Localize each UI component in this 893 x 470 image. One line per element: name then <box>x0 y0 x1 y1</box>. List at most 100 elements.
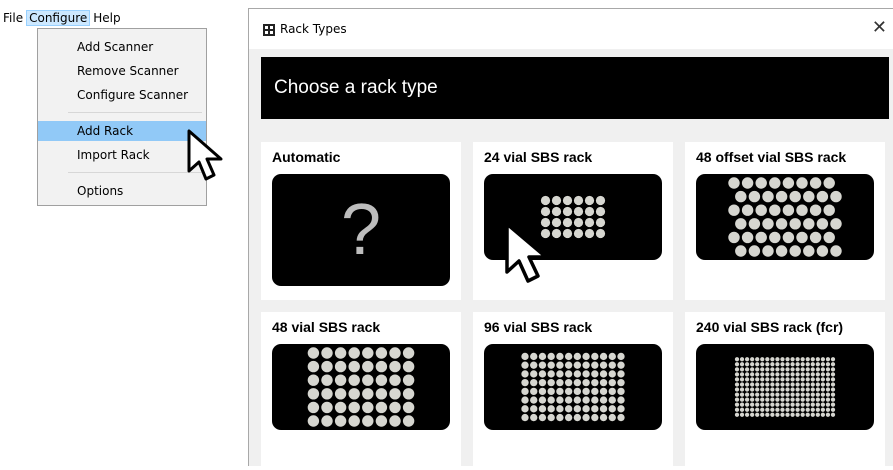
vial-dot <box>805 392 810 397</box>
vial-dot <box>816 218 829 230</box>
vial-dot <box>755 372 760 377</box>
vial-dot <box>770 402 775 407</box>
vial-dot <box>789 245 801 257</box>
vial-dot <box>820 407 826 412</box>
vial-dot <box>760 392 765 397</box>
vial-dot <box>795 387 800 392</box>
vial-dot <box>760 372 765 377</box>
vial-dot <box>564 378 573 387</box>
menu-item-add-rack[interactable]: Add Rack <box>38 121 206 141</box>
rack-card-automatic[interactable]: Automatic ? <box>261 142 461 300</box>
vial-dot <box>334 401 347 414</box>
vial-dot <box>556 396 564 404</box>
vial-dot <box>591 352 599 361</box>
vial-dot <box>770 357 775 362</box>
vial-dot <box>375 388 388 400</box>
vial-dot <box>805 362 810 367</box>
vial-dot <box>830 382 836 387</box>
vial-dot <box>775 402 780 407</box>
vial-dot <box>765 357 770 362</box>
vial-dot <box>830 367 836 372</box>
vial-dot <box>765 407 770 412</box>
vial-dot <box>562 195 573 206</box>
vial-dot <box>321 388 333 400</box>
rack-card-48-vial[interactable]: 48 vial SBS rack <box>261 312 461 470</box>
vial-dot <box>775 377 780 382</box>
vial-dot <box>755 362 760 367</box>
vial-dot <box>573 378 582 387</box>
vial-dot <box>334 374 347 386</box>
menu-help[interactable]: Help <box>90 10 123 26</box>
vial-dot <box>389 374 401 386</box>
vial-dot <box>741 204 754 216</box>
vial-dot <box>755 382 760 387</box>
menu-file[interactable]: File <box>0 10 26 26</box>
vial-dot <box>765 372 770 377</box>
vial-dot <box>521 387 529 396</box>
vial-dot <box>562 206 573 217</box>
vial-dot <box>530 361 538 369</box>
vial-dot <box>538 387 547 396</box>
vial-dot <box>790 387 795 392</box>
vial-dot <box>362 347 374 359</box>
vial-dot <box>760 407 765 412</box>
vial-dot <box>591 378 599 387</box>
vial-dot <box>728 204 740 216</box>
vial-dot <box>820 397 826 402</box>
vial-dot <box>599 352 608 361</box>
vial-dot <box>608 387 616 396</box>
vial-dot <box>582 370 590 378</box>
vial-dot <box>750 387 755 392</box>
vial-dot <box>785 397 790 402</box>
vial-dot <box>599 413 608 422</box>
vial-dot <box>307 374 320 386</box>
vial-dot <box>805 397 810 402</box>
vial-dot <box>800 377 805 382</box>
vial-dot <box>750 367 755 372</box>
rack-card-240-vial-fcr[interactable]: 240 vial SBS rack (fcr) <box>685 312 885 470</box>
vial-dot <box>815 357 820 362</box>
vial-dot <box>825 402 831 407</box>
vial-dot <box>775 357 780 362</box>
menu-item-add-scanner[interactable]: Add Scanner <box>38 37 206 57</box>
vial-dot <box>790 392 795 397</box>
vial-dot <box>785 367 790 372</box>
vial-dot <box>830 218 842 230</box>
vial-dot <box>815 372 820 377</box>
vial-dot <box>538 413 547 422</box>
vial-dot <box>551 195 562 206</box>
vial-dot <box>825 362 831 367</box>
vial-dot <box>547 361 555 369</box>
vial-dot <box>785 402 790 407</box>
vial-dot <box>780 412 785 417</box>
vial-dot <box>582 396 590 404</box>
menu-item-remove-scanner[interactable]: Remove Scanner <box>38 61 206 81</box>
vial-dot <box>803 190 815 203</box>
vial-dot <box>608 352 616 361</box>
rack-card-96-vial[interactable]: 96 vial SBS rack <box>473 312 673 470</box>
vial-dot <box>739 392 745 397</box>
vial-dot <box>810 402 815 407</box>
menu-item-configure-scanner[interactable]: Configure Scanner <box>38 85 206 105</box>
vial-dot <box>389 388 401 400</box>
menu-item-options[interactable]: Options <box>38 181 206 201</box>
vial-dot <box>547 396 555 404</box>
menu-item-import-rack[interactable]: Import Rack <box>38 145 206 165</box>
vial-dot <box>530 378 538 387</box>
vial-grid-240 <box>734 357 836 417</box>
rack-card-48-offset-vial[interactable]: 48 offset vial SBS rack <box>685 142 885 300</box>
vial-grid-96 <box>521 352 625 422</box>
vial-dot <box>538 361 547 369</box>
vial-dot <box>551 206 562 217</box>
vial-dot <box>547 378 555 387</box>
vial-dot <box>348 347 360 359</box>
vial-dot <box>805 407 810 412</box>
menu-configure[interactable]: Configure <box>26 10 91 26</box>
vial-dot <box>790 357 795 362</box>
close-icon[interactable]: ✕ <box>872 17 887 39</box>
vial-dot <box>741 177 754 189</box>
vial-dot <box>573 405 582 413</box>
vial-dot <box>321 374 333 386</box>
vial-dot <box>573 370 582 378</box>
vial-dot <box>815 397 820 402</box>
